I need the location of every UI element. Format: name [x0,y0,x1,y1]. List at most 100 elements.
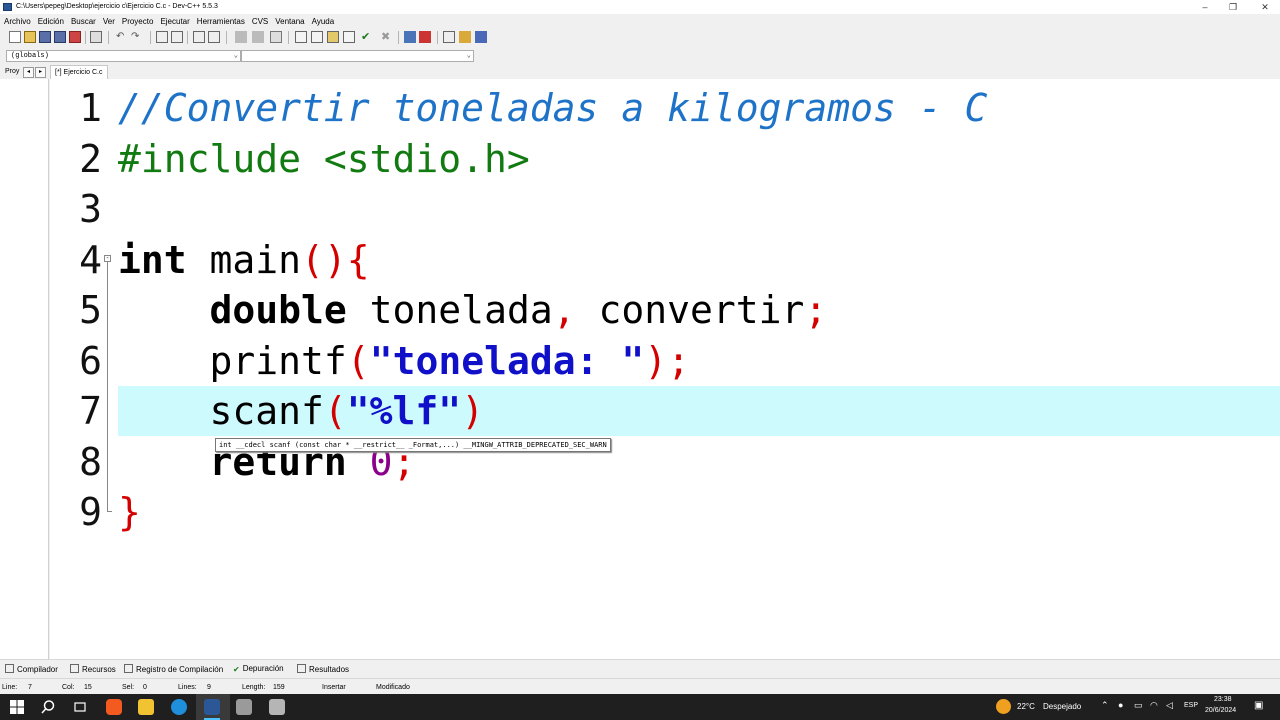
language-indicator[interactable]: ESP [1184,702,1198,709]
line-number: 5 [79,288,102,332]
goto-line-icon[interactable] [270,31,282,43]
bookmark-next-icon[interactable] [252,31,264,43]
tab-compilador[interactable]: Compilador [5,664,58,674]
weather-description[interactable]: Despejado [1043,702,1081,711]
print-icon[interactable] [90,31,102,43]
search-icon[interactable] [40,699,56,715]
fold-line [107,262,108,512]
menu-proyecto[interactable]: Proyecto [118,14,157,26]
line-number: 4 [79,238,102,282]
menu-cvs[interactable]: CVS [248,14,271,26]
symbol-token: { [346,238,370,282]
status-length-value: 159 [273,684,285,691]
debug-check-icon: ✔ [233,665,240,674]
code-line-4: int main(){ [118,235,370,285]
new-file-icon[interactable] [9,31,21,43]
open-file-icon[interactable] [24,31,36,43]
tab-depuracion[interactable]: ✔ Depuración [233,664,284,674]
tab-ejercicio-c[interactable]: [*] Ejercicio C.c [50,65,109,79]
menu-herramientas[interactable]: Herramientas [193,14,248,26]
edge-browser-icon[interactable] [171,699,187,715]
find-icon[interactable] [156,31,168,43]
bookmark-prev-icon[interactable] [235,31,247,43]
check-icon[interactable]: ✔ [361,31,373,43]
status-col-label: Col: [62,684,75,691]
speaker-icon[interactable]: ◁ [1166,700,1173,711]
indent-icon[interactable] [193,31,205,43]
menu-ver[interactable]: Ver [99,14,118,26]
minimize-button[interactable]: – [1190,0,1220,14]
tab-label: Recursos [82,665,116,674]
symbol-token: ( [323,389,347,433]
restore-button[interactable]: ❐ [1218,0,1248,14]
scope-select[interactable]: (globals) ⌄ [6,50,241,62]
project-options-icon[interactable] [475,31,487,43]
fold-toggle-icon[interactable]: - [104,255,111,262]
redo-icon[interactable]: ↷ [131,31,143,43]
app-icon[interactable] [236,699,252,715]
chevron-up-icon[interactable]: ⌃ [1101,700,1109,711]
compile-run-icon[interactable] [327,31,339,43]
tab-resultados[interactable]: Resultados [297,664,349,674]
windows-start-icon[interactable] [9,699,25,715]
tab-bar: Proy ◂ ▸ [*] Ejercicio C.c [0,65,1280,79]
toolbar-separator [108,31,109,44]
profile-icon[interactable] [419,31,431,43]
weather-icon[interactable] [996,699,1011,714]
weather-temperature[interactable]: 22°C [1017,702,1035,711]
tab-recursos[interactable]: Recursos [70,664,116,674]
line-number: 8 [79,440,102,484]
status-sel-value: 0 [143,684,147,691]
save-icon[interactable] [39,31,51,43]
save-all-icon[interactable] [54,31,66,43]
symbol-token: ) [461,389,485,433]
menu-ayuda[interactable]: Ayuda [308,14,338,26]
close-file-icon[interactable] [69,31,81,43]
replace-icon[interactable] [171,31,183,43]
menu-ventana[interactable]: Ventana [271,14,307,26]
brave-browser-icon[interactable] [106,699,122,715]
task-view-icon[interactable] [72,699,88,715]
unindent-icon[interactable] [208,31,220,43]
member-select[interactable]: ⌄ [241,50,474,62]
microphone-icon[interactable]: ● [1118,700,1123,710]
undo-icon[interactable]: ↶ [116,31,128,43]
string-token: "%lf" [346,389,462,433]
compile-icon[interactable] [295,31,307,43]
symbol-token: ; [804,288,828,332]
clock-time[interactable]: 23:38 [1214,696,1232,703]
stop-icon[interactable]: ✖ [381,31,393,43]
tab-scroll-right-icon[interactable]: ▸ [35,67,46,78]
status-col-value: 15 [84,684,92,691]
menu-archivo[interactable]: Archivo [0,14,34,26]
close-button[interactable]: ✕ [1250,0,1280,14]
tab-scroll-left-icon[interactable]: ◂ [23,67,34,78]
run-icon[interactable] [311,31,323,43]
clock-date[interactable]: 20/6/2024 [1205,707,1236,714]
file-explorer-icon[interactable] [138,699,154,715]
chart-icon[interactable] [404,31,416,43]
symbol-token: } [118,490,141,534]
menu-edicion[interactable]: Edición [34,14,67,26]
status-line-value: 7 [28,684,32,691]
status-lines-value: 9 [207,684,211,691]
menu-buscar[interactable]: Buscar [67,14,99,26]
battery-icon[interactable]: ▭ [1134,700,1143,711]
menu-ejecutar[interactable]: Ejecutar [156,14,192,26]
network-icon[interactable]: ◠ [1150,700,1158,711]
status-length-label: Length: [242,684,266,691]
notification-icon[interactable]: ▣ [1254,700,1263,711]
identifier-token: convertir [575,288,805,332]
devcpp-taskbar-icon[interactable] [204,699,220,715]
identifier-token: tonelada [346,288,553,332]
tab-project[interactable]: Proy [5,68,19,75]
app-icon[interactable] [269,699,285,715]
rebuild-icon[interactable] [343,31,355,43]
status-bar: Line: 7 Col: 15 Sel: 0 Lines: 9 Length: … [0,678,1280,695]
project-panel[interactable] [0,79,49,659]
toolbar-separator [226,31,227,44]
add-file-icon[interactable] [459,31,471,43]
tab-registro-compilacion[interactable]: Registro de Compilación [124,664,223,674]
new-project-icon[interactable] [443,31,455,43]
